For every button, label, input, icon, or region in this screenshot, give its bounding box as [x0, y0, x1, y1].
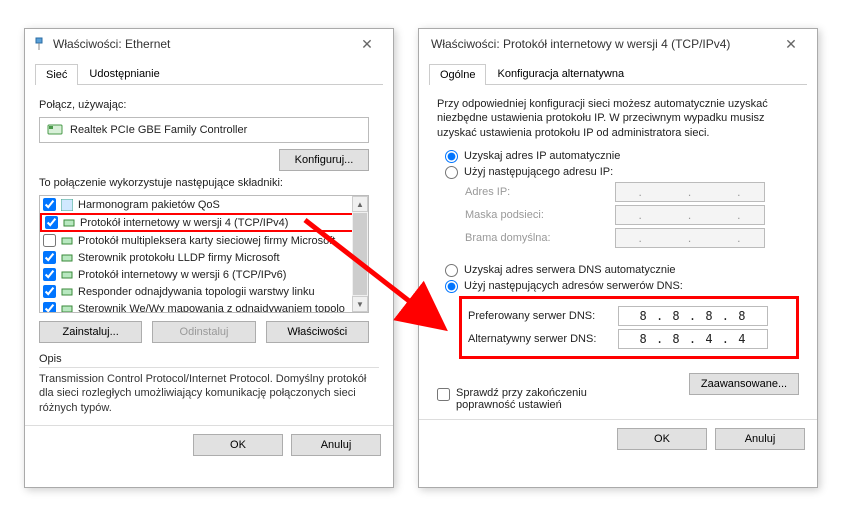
components-label: To połączenie wykorzystuje następujące s… — [39, 177, 379, 189]
radio-ip-manual[interactable]: Użyj następującego adresu IP: — [445, 166, 799, 179]
advanced-button[interactable]: Zaawansowane... — [689, 373, 799, 395]
list-item[interactable]: Protokół multipleksera karty sieciowej f… — [40, 232, 368, 249]
ethernet-properties-dialog: Właściwości: Ethernet ✕ Sieć Udostępnian… — [24, 28, 394, 488]
scroll-thumb[interactable] — [353, 213, 367, 295]
protocol-icon — [62, 216, 76, 230]
radio-input[interactable] — [445, 280, 458, 293]
radio-input[interactable] — [445, 166, 458, 179]
scrollbar[interactable]: ▲ ▼ — [352, 196, 368, 312]
cancel-button[interactable]: Anuluj — [715, 428, 805, 450]
radio-ip-auto[interactable]: Uzyskaj adres IP automatycznie — [445, 150, 799, 163]
cancel-button[interactable]: Anuluj — [291, 434, 381, 456]
subnet-mask-input: ... — [615, 205, 765, 225]
list-item[interactable]: Sterownik protokołu LLDP firmy Microsoft — [40, 249, 368, 266]
radio-input[interactable] — [445, 150, 458, 163]
dialog-footer: OK Anuluj — [25, 425, 393, 464]
ip-address-input: ... — [615, 182, 765, 202]
scroll-down-icon[interactable]: ▼ — [352, 296, 368, 312]
gateway-input: ... — [615, 228, 765, 248]
adapter-icon — [46, 121, 64, 139]
close-icon[interactable]: ✕ — [347, 32, 387, 56]
item-checkbox[interactable] — [43, 268, 56, 281]
dialog-title: Właściwości: Ethernet — [53, 37, 347, 51]
item-checkbox[interactable] — [43, 234, 56, 247]
validate-checkbox[interactable] — [437, 388, 450, 401]
item-checkbox[interactable] — [43, 285, 56, 298]
ok-button[interactable]: OK — [617, 428, 707, 450]
components-list[interactable]: Harmonogram pakietów QoS Protokół intern… — [39, 195, 369, 313]
dialog-title: Właściwości: Protokół internetowy w wers… — [425, 37, 771, 51]
radio-dns-auto[interactable]: Uzyskaj adres serwera DNS automatycznie — [445, 264, 799, 277]
radio-dns-manual[interactable]: Użyj następujących adresów serwerów DNS: — [445, 280, 799, 293]
tab-strip: Ogólne Konfiguracja alternatywna — [429, 59, 807, 85]
ipv4-properties-dialog: Właściwości: Protokół internetowy w wers… — [418, 28, 818, 488]
item-checkbox[interactable] — [43, 198, 56, 211]
titlebar[interactable]: Właściwości: Protokół internetowy w wers… — [419, 29, 817, 59]
validate-checkbox-row[interactable]: Sprawdź przy zakończeniu poprawność usta… — [437, 387, 689, 411]
item-checkbox[interactable] — [43, 251, 56, 264]
connect-using-label: Połącz, używając: — [39, 99, 379, 111]
network-icon — [31, 36, 47, 52]
dns-secondary-row: Alternatywny serwer DNS: 8 . 8 . 4 . 4 — [468, 329, 790, 349]
adapter-name: Realtek PCIe GBE Family Controller — [70, 124, 247, 136]
install-button[interactable]: Zainstaluj... — [39, 321, 142, 343]
close-icon[interactable]: ✕ — [771, 32, 811, 56]
dialog-footer: OK Anuluj — [419, 419, 817, 458]
scroll-up-icon[interactable]: ▲ — [352, 196, 368, 212]
protocol-icon — [60, 285, 74, 299]
gateway-row: Brama domyślna: ... — [465, 228, 799, 248]
tab-general[interactable]: Ogólne — [429, 64, 486, 85]
dns-primary-input[interactable]: 8 . 8 . 8 . 8 — [618, 306, 768, 326]
titlebar[interactable]: Właściwości: Ethernet ✕ — [25, 29, 393, 59]
divider — [39, 367, 379, 368]
adapter-field[interactable]: Realtek PCIe GBE Family Controller — [39, 117, 369, 143]
uninstall-button: Odinstaluj — [152, 321, 255, 343]
list-item-ipv4[interactable]: Protokół internetowy w wersji 4 (TCP/IPv… — [40, 213, 368, 232]
description-text: Transmission Control Protocol/Internet P… — [39, 372, 369, 415]
tab-alt-config[interactable]: Konfiguracja alternatywna — [486, 63, 635, 84]
item-checkbox[interactable] — [45, 216, 58, 229]
list-item[interactable]: Harmonogram pakietów QoS — [40, 196, 368, 213]
dns-highlight-box: Preferowany serwer DNS: 8 . 8 . 8 . 8 Al… — [459, 296, 799, 359]
item-checkbox[interactable] — [43, 302, 56, 313]
tab-strip: Sieć Udostępnianie — [35, 59, 383, 85]
subnet-mask-row: Maska podsieci: ... — [465, 205, 799, 225]
configure-button[interactable]: Konfiguruj... — [279, 149, 369, 171]
protocol-icon — [60, 234, 74, 248]
ok-button[interactable]: OK — [193, 434, 283, 456]
ip-address-row: Adres IP: ... — [465, 182, 799, 202]
intro-text: Przy odpowiedniej konfiguracji sieci moż… — [437, 97, 799, 140]
list-item[interactable]: Protokół internetowy w wersji 6 (TCP/IPv… — [40, 266, 368, 283]
properties-button[interactable]: Właściwości — [266, 321, 369, 343]
list-item[interactable]: Sterownik We/Wy mapowania z odnajdywanie… — [40, 300, 368, 313]
tab-network[interactable]: Sieć — [35, 64, 78, 85]
protocol-icon — [60, 251, 74, 265]
dns-secondary-input[interactable]: 8 . 8 . 4 . 4 — [618, 329, 768, 349]
qos-icon — [60, 198, 74, 212]
description-title: Opis — [39, 353, 379, 365]
protocol-icon — [60, 302, 74, 314]
tab-sharing[interactable]: Udostępnianie — [78, 63, 170, 84]
dns-primary-row: Preferowany serwer DNS: 8 . 8 . 8 . 8 — [468, 306, 790, 326]
protocol-icon — [60, 268, 74, 282]
radio-input[interactable] — [445, 264, 458, 277]
list-item[interactable]: Responder odnajdywania topologii warstwy… — [40, 283, 368, 300]
